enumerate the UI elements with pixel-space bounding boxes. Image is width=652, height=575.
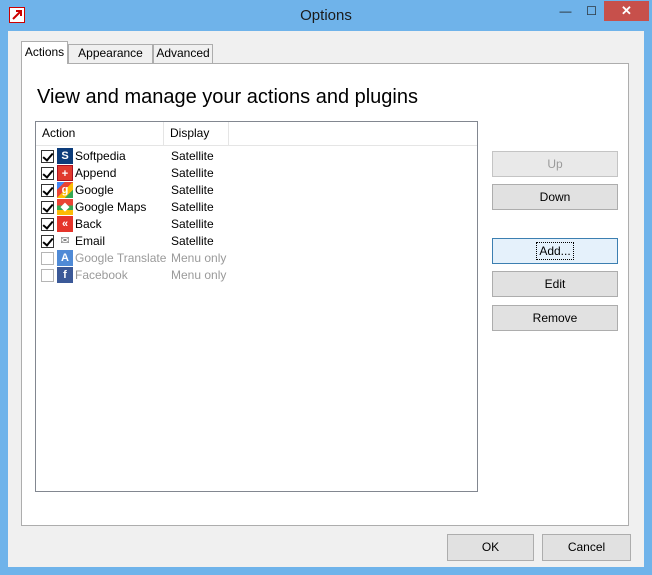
up-button[interactable]: Up: [492, 151, 618, 177]
actions-list[interactable]: Action Display S Softpedia Satellite + A…: [35, 121, 478, 492]
softpedia-icon: S: [57, 148, 73, 164]
row-display: Satellite: [171, 217, 214, 231]
list-header: Action Display: [36, 122, 477, 146]
tab-appearance[interactable]: Appearance: [68, 44, 153, 63]
row-label: Softpedia: [75, 149, 126, 163]
add-button[interactable]: Add...: [492, 238, 618, 264]
column-header-action[interactable]: Action: [36, 122, 164, 145]
row-label: Google: [75, 183, 114, 197]
google-translate-icon: A: [57, 250, 73, 266]
append-icon: +: [57, 165, 73, 181]
list-item[interactable]: « Back Satellite: [36, 216, 477, 233]
row-label: Back: [75, 217, 102, 231]
row-label: Email: [75, 234, 106, 248]
email-icon: ✉: [57, 233, 73, 249]
remove-button[interactable]: Remove: [492, 305, 618, 331]
options-window: Options — ☐ ✕ Actions Appearance Advance…: [0, 0, 652, 575]
list-item[interactable]: S Softpedia Satellite: [36, 148, 477, 165]
facebook-icon: f: [57, 267, 73, 283]
row-checkbox[interactable]: [41, 235, 54, 248]
google-icon: g: [57, 182, 73, 198]
row-checkbox[interactable]: [41, 252, 54, 265]
list-item[interactable]: ✉ Email Satellite: [36, 233, 477, 250]
row-display: Menu only: [171, 268, 227, 282]
row-checkbox[interactable]: [41, 150, 54, 163]
list-item[interactable]: ◆ Google Maps Satellite: [36, 199, 477, 216]
row-checkbox[interactable]: [41, 201, 54, 214]
google-maps-icon: ◆: [57, 199, 73, 215]
edit-button[interactable]: Edit: [492, 271, 618, 297]
row-display: Satellite: [171, 234, 214, 248]
page-title: View and manage your actions and plugins: [37, 86, 418, 108]
list-rows: S Softpedia Satellite + Append Satellite…: [36, 148, 477, 284]
row-checkbox[interactable]: [41, 167, 54, 180]
row-display: Satellite: [171, 166, 214, 180]
maximize-button[interactable]: ☐: [578, 1, 605, 21]
actions-panel: View and manage your actions and plugins…: [21, 63, 629, 526]
back-icon: «: [57, 216, 73, 232]
row-label: Google Maps: [75, 200, 147, 214]
close-button[interactable]: ✕: [604, 1, 649, 21]
list-item[interactable]: f Facebook Menu only: [36, 267, 477, 284]
row-label: Append: [75, 166, 117, 180]
ok-button[interactable]: OK: [447, 534, 534, 561]
list-item[interactable]: A Google Translate Menu only: [36, 250, 477, 267]
minimize-button[interactable]: —: [552, 1, 579, 21]
list-item[interactable]: + Append Satellite: [36, 165, 477, 182]
row-display: Satellite: [171, 183, 214, 197]
row-label: Google Translate: [75, 251, 167, 265]
row-checkbox[interactable]: [41, 269, 54, 282]
down-button[interactable]: Down: [492, 184, 618, 210]
dialog-client-area: Actions Appearance Advanced View and man…: [8, 31, 644, 567]
tab-advanced[interactable]: Advanced: [153, 44, 213, 63]
tab-actions[interactable]: Actions: [21, 41, 68, 64]
cancel-button[interactable]: Cancel: [542, 534, 631, 561]
row-checkbox[interactable]: [41, 218, 54, 231]
row-display: Satellite: [171, 149, 214, 163]
row-checkbox[interactable]: [41, 184, 54, 197]
row-display: Menu only: [171, 251, 227, 265]
row-label: Facebook: [75, 268, 128, 282]
row-display: Satellite: [171, 200, 214, 214]
add-button-label: Add...: [536, 242, 574, 260]
list-item[interactable]: g Google Satellite: [36, 182, 477, 199]
title-bar[interactable]: Options — ☐ ✕: [0, 0, 652, 31]
column-header-display[interactable]: Display: [164, 122, 229, 145]
